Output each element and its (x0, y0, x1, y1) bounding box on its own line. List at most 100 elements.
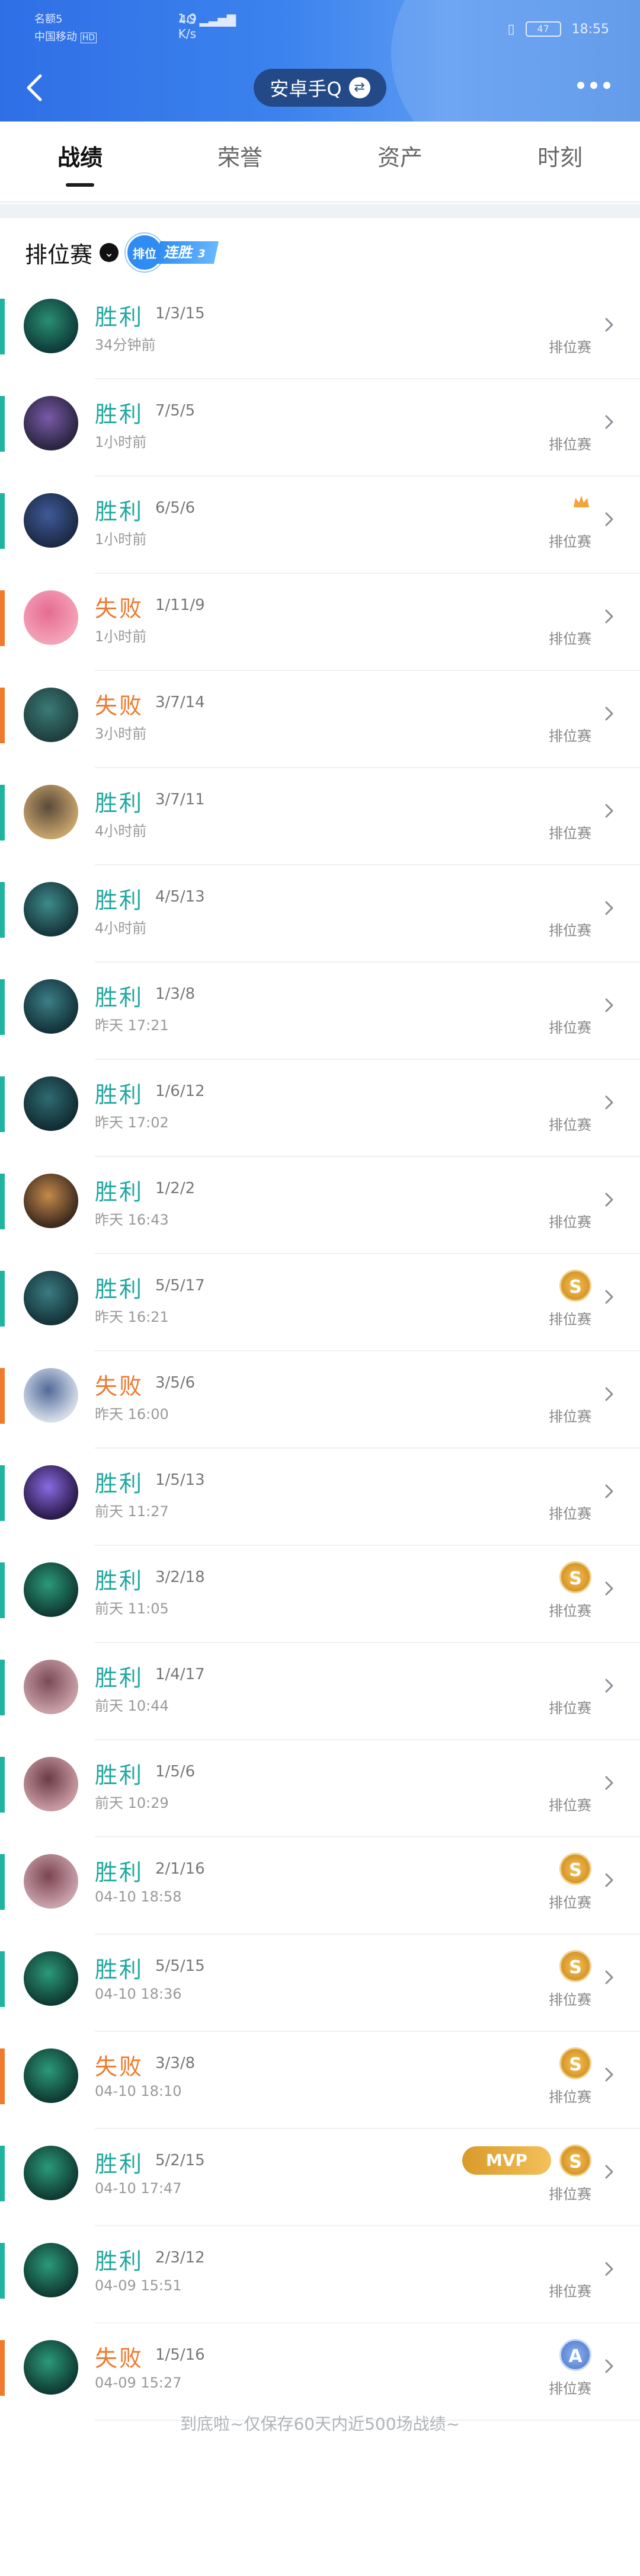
match-medals: S (559, 1853, 591, 1885)
match-kda: 1/2/2 (155, 1180, 196, 1197)
chevron-right-icon (605, 2067, 613, 2082)
match-medals: S (559, 1270, 591, 1302)
match-result: 胜利 (95, 1082, 144, 1108)
match-row[interactable]: 失败 3/3/8 04-10 18:10 排位赛 S (0, 2032, 640, 2129)
chevron-right-icon (605, 1776, 613, 1790)
tab-record[interactable]: 战绩 (27, 137, 133, 190)
match-row[interactable]: 胜利 1/6/12 昨天 17:02 排位赛 (0, 1060, 640, 1157)
result-strip (0, 688, 5, 743)
match-mode: 排位赛 (549, 1214, 591, 1231)
match-kda: 3/2/18 (155, 1568, 205, 1586)
match-row[interactable]: 胜利 1/3/8 昨天 17:21 排位赛 (0, 963, 640, 1060)
match-result: 胜利 (95, 2151, 144, 2177)
carrier-info: 名额5 中国移动 HD (34, 11, 97, 47)
more-dots-icon[interactable] (577, 82, 610, 89)
match-result: 胜利 (95, 1471, 144, 1497)
match-medals: S (559, 2047, 591, 2079)
chevron-right-icon (605, 1387, 613, 1401)
match-row[interactable]: 胜利 4/5/13 4小时前 排位赛 (0, 865, 640, 963)
match-row[interactable]: 胜利 5/5/17 昨天 16:21 排位赛 S (0, 1254, 640, 1351)
match-row[interactable]: 胜利 2/1/16 04-10 18:58 排位赛 S (0, 1837, 640, 1935)
list-end-note: 到底啦~仅保存60天内近500场战绩~ (180, 2414, 460, 2434)
match-row[interactable]: 胜利 6/5/6 1小时前 排位赛 (0, 477, 640, 574)
match-kda: 1/3/8 (155, 985, 196, 1003)
match-time: 04-10 18:58 (95, 1888, 182, 1905)
match-row[interactable]: 胜利 3/2/18 前天 11:05 排位赛 S (0, 1546, 640, 1643)
tab-assets[interactable]: 资产 (347, 137, 453, 190)
result-strip (0, 2146, 5, 2201)
tab-honor[interactable]: 荣誉 (187, 137, 293, 190)
match-time: 3小时前 (95, 726, 147, 742)
a-grade-medal-icon: A (559, 2339, 591, 2371)
status-bar: 名额5 中国移动 HD 4G ▂▃▅▇ 1.9 K/s ▯ 47 18:55 (0, 0, 640, 53)
chevron-right-icon (605, 1873, 613, 1887)
match-mode: 排位赛 (549, 1700, 591, 1717)
chevron-right-icon (605, 1290, 613, 1304)
hd-badge: HD (80, 33, 97, 43)
status-right: ▯ 47 18:55 (507, 21, 609, 37)
match-result: 失败 (95, 2054, 144, 2080)
match-row[interactable]: 失败 1/11/9 1小时前 排位赛 (0, 574, 640, 671)
match-row[interactable]: 胜利 2/3/12 04-09 15:51 排位赛 (0, 2226, 640, 2323)
streak-text: 连胜 3 (155, 241, 219, 264)
match-medals (571, 492, 591, 512)
result-strip (0, 1368, 5, 1424)
back-arrow-icon[interactable] (19, 70, 55, 106)
match-row[interactable]: 胜利 7/5/5 1小时前 排位赛 (0, 379, 640, 477)
match-result: 胜利 (95, 401, 144, 427)
s-grade-medal-icon: S (559, 1561, 591, 1593)
hero-avatar (24, 688, 78, 742)
match-row[interactable]: 胜利 1/5/13 前天 11:27 排位赛 (0, 1449, 640, 1546)
match-time: 前天 11:05 (95, 1600, 169, 1617)
result-strip (0, 590, 5, 646)
hero-avatar (24, 1562, 78, 1617)
match-mode: 排位赛 (549, 1311, 591, 1328)
match-row[interactable]: 胜利 1/5/6 前天 10:29 排位赛 (0, 1740, 640, 1837)
match-time: 昨天 16:21 (95, 1309, 169, 1325)
match-row[interactable]: 胜利 1/4/17 前天 10:44 排位赛 (0, 1643, 640, 1740)
match-row[interactable]: 失败 3/7/14 3小时前 排位赛 (0, 671, 640, 768)
match-mode: 排位赛 (549, 533, 591, 550)
match-row[interactable]: 胜利 1/3/15 34分钟前 排位赛 (0, 282, 640, 379)
result-strip (0, 1854, 5, 1910)
match-kda: 2/1/16 (155, 1860, 205, 1878)
match-result: 失败 (95, 596, 144, 622)
tab-bar: 战绩 荣誉 资产 时刻 (0, 126, 640, 203)
match-mode: 排位赛 (549, 339, 591, 356)
hero-avatar (24, 785, 78, 839)
match-result: 失败 (95, 693, 144, 719)
match-row[interactable]: 失败 1/5/16 04-09 15:27 排位赛 A (0, 2323, 640, 2421)
match-mode: 排位赛 (549, 1019, 591, 1036)
hero-avatar (24, 2048, 78, 2103)
match-mode: 排位赛 (549, 1992, 591, 2008)
match-row[interactable]: 失败 3/5/6 昨天 16:00 排位赛 (0, 1351, 640, 1449)
mvp-badge: MVP (462, 2146, 551, 2175)
match-kda: 1/3/15 (155, 305, 205, 322)
match-kda: 3/7/11 (155, 791, 205, 808)
match-medals: S (559, 1561, 591, 1593)
match-mode: 排位赛 (549, 2380, 591, 2397)
battery-icon: 47 (525, 21, 561, 37)
crown-icon (574, 496, 589, 507)
match-row[interactable]: 胜利 1/2/2 昨天 16:43 排位赛 (0, 1157, 640, 1254)
match-time: 昨天 16:00 (95, 1406, 169, 1423)
match-row[interactable]: 胜利 3/7/11 4小时前 排位赛 (0, 768, 640, 865)
match-mode: 排位赛 (549, 825, 591, 842)
hero-avatar (24, 1271, 78, 1325)
streak-label: 连胜 (163, 244, 195, 261)
chevron-right-icon (605, 1679, 613, 1693)
match-mode: 排位赛 (549, 1797, 591, 1814)
match-row[interactable]: 胜利 5/5/15 04-10 18:36 排位赛 S (0, 1935, 640, 2032)
chevron-right-icon (605, 2359, 613, 2373)
chevron-right-icon (605, 707, 613, 721)
match-kda: 1/11/9 (155, 596, 205, 614)
match-kda: 4/5/13 (155, 888, 205, 906)
tab-moments[interactable]: 时刻 (507, 137, 613, 190)
mode-filter[interactable]: 排位赛 ⌄ 排位 连胜 3 (25, 234, 219, 271)
chevron-right-icon (605, 901, 613, 915)
match-kda: 5/5/15 (155, 1957, 205, 1975)
account-switcher[interactable]: 安卓手Q ⇄ (254, 69, 386, 107)
match-row[interactable]: 胜利 5/2/15 04-10 17:47 排位赛 MVP S (0, 2129, 640, 2226)
match-time: 1小时前 (95, 434, 147, 450)
match-mode: 排位赛 (549, 631, 591, 647)
